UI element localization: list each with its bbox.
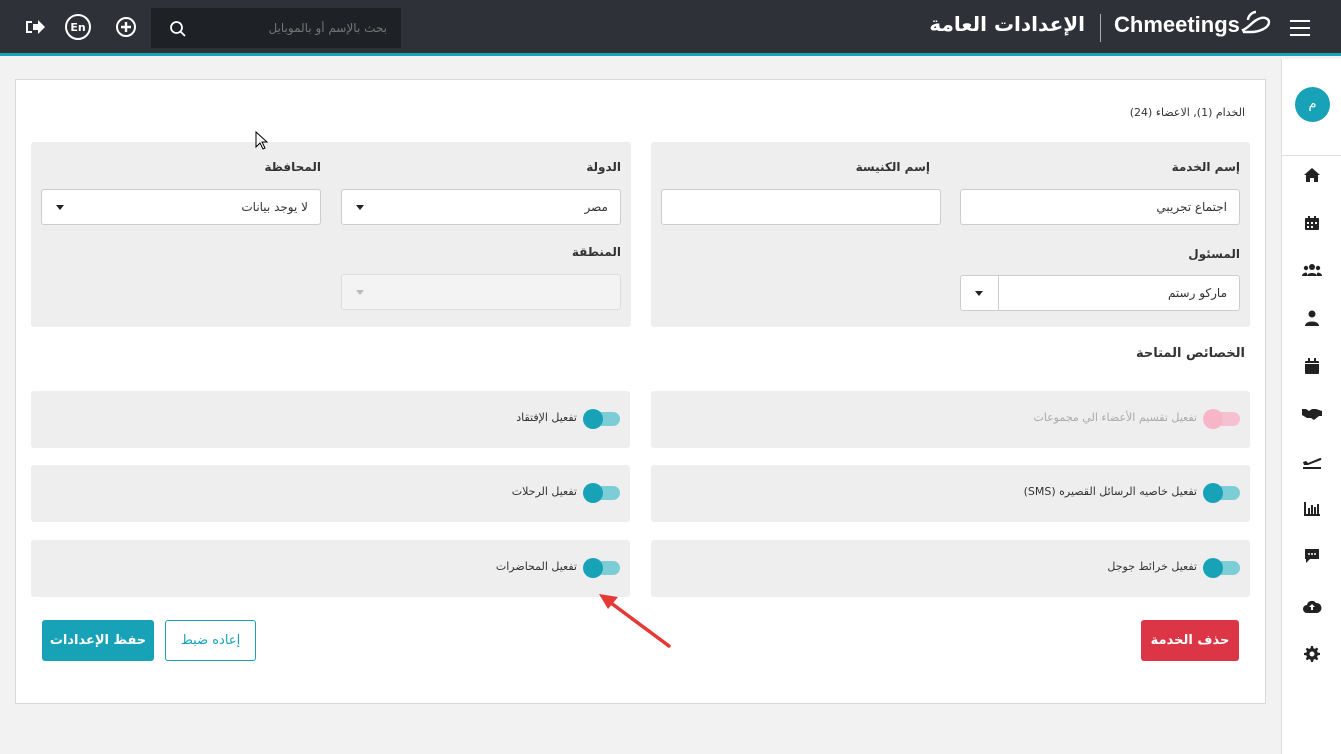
handshake-icon[interactable] <box>1302 403 1322 423</box>
calendar-icon[interactable] <box>1302 213 1322 233</box>
manager-value: ماركو رستم <box>1167 286 1227 300</box>
governorate-label: المحافظة <box>264 160 321 174</box>
features-title: الخصائص المتاحة <box>1135 346 1245 361</box>
event-icon[interactable] <box>1302 356 1322 376</box>
feature-label: تفعيل خرائط جوجل <box>1107 560 1197 573</box>
avatar[interactable]: م <box>1295 87 1330 122</box>
governorate-select[interactable]: لا يوجد بيانات <box>41 189 321 225</box>
service-name-label: إسم الخدمة <box>1171 160 1240 174</box>
chevron-down-icon <box>356 205 364 210</box>
user-icon[interactable] <box>1302 308 1322 328</box>
plane-icon[interactable] <box>1302 451 1322 471</box>
sidebar: م <box>1281 59 1341 754</box>
country-label: الدولة <box>586 160 621 174</box>
delete-service-button[interactable]: حذف الخدمة <box>1141 620 1239 661</box>
feature-label: تفعيل خاصيه الرسائل القصيره (SMS) <box>1023 485 1197 498</box>
feature-sms: تفعيل خاصيه الرسائل القصيره (SMS) <box>651 465 1250 522</box>
page-title: الإعدادات العامة <box>929 12 1085 36</box>
governorate-value: لا يوجد بيانات <box>241 200 308 214</box>
brand-name: Chmeetings <box>1114 12 1240 37</box>
location-block: الدولة مصر المحافظة لا يوجد بيانات المنط… <box>31 142 631 327</box>
country-select[interactable]: مصر <box>341 189 621 225</box>
gear-icon[interactable] <box>1302 644 1322 664</box>
feature-groups: تفعيل تقسيم الأعضاء الي مجموعات <box>651 391 1250 448</box>
service-info-block: إسم الخدمة اجتماع تجريبي إسم الكنيسة الم… <box>651 142 1250 327</box>
brand-logo-icon <box>1240 10 1272 42</box>
feature-toggle[interactable] <box>1203 409 1240 429</box>
feature-label: تفعيل الإفتقاد <box>516 411 577 424</box>
save-settings-button[interactable]: حفظ الإعدادات <box>42 620 154 661</box>
add-icon[interactable] <box>113 14 139 40</box>
cloud-upload-icon[interactable] <box>1302 596 1322 616</box>
chevron-down-icon <box>975 291 983 296</box>
chat-icon[interactable] <box>1302 546 1322 566</box>
feature-trips: تفعيل الرحلات <box>31 465 630 522</box>
manager-label: المسئول <box>1188 247 1240 261</box>
feature-toggle[interactable] <box>583 409 620 429</box>
feature-toggle[interactable] <box>583 558 620 578</box>
feature-toggle[interactable] <box>1203 483 1240 503</box>
feature-followup: تفعيل الإفتقاد <box>31 391 630 448</box>
country-value: مصر <box>584 200 608 214</box>
top-bar: En الإعدادات العامة Chmeetings <box>0 0 1341 56</box>
feature-lectures: تفعيل المحاضرات <box>31 540 630 597</box>
feature-toggle[interactable] <box>583 483 620 503</box>
feature-toggle[interactable] <box>1203 558 1240 578</box>
chevron-down-icon <box>56 205 64 210</box>
language-toggle-button[interactable]: En <box>65 14 91 40</box>
search-input[interactable] <box>187 8 387 48</box>
chart-icon[interactable] <box>1302 499 1322 519</box>
members-count: الخدام (1), الاعضاء (24) <box>1129 106 1245 119</box>
feature-label: تفعيل الرحلات <box>511 485 577 498</box>
church-name-label: إسم الكنيسة <box>855 160 930 174</box>
service-name-value: اجتماع تجريبي <box>1156 200 1227 214</box>
search-icon[interactable] <box>169 20 187 38</box>
church-name-field[interactable] <box>661 189 941 225</box>
chevron-down-icon <box>356 290 364 295</box>
sidebar-divider <box>1282 155 1341 156</box>
reset-button[interactable]: إعاده ضبط <box>165 620 256 661</box>
region-label: المنطقة <box>571 245 621 259</box>
annotation-arrow-icon <box>595 590 675 656</box>
feature-label: تفعيل تقسيم الأعضاء الي مجموعات <box>1033 411 1198 424</box>
service-name-field[interactable]: اجتماع تجريبي <box>960 189 1240 225</box>
users-icon[interactable] <box>1302 260 1322 280</box>
search-box <box>151 8 401 48</box>
title-divider <box>1100 14 1101 42</box>
feature-google-maps: تفعيل خرائط جوجل <box>651 540 1250 597</box>
region-select[interactable] <box>341 274 621 310</box>
home-icon[interactable] <box>1302 165 1322 185</box>
mouse-cursor-icon <box>255 130 269 155</box>
logout-icon[interactable] <box>22 14 48 40</box>
menu-icon[interactable] <box>1290 20 1310 36</box>
feature-label: تفعيل المحاضرات <box>495 560 577 573</box>
manager-select[interactable]: ماركو رستم <box>960 275 1240 311</box>
